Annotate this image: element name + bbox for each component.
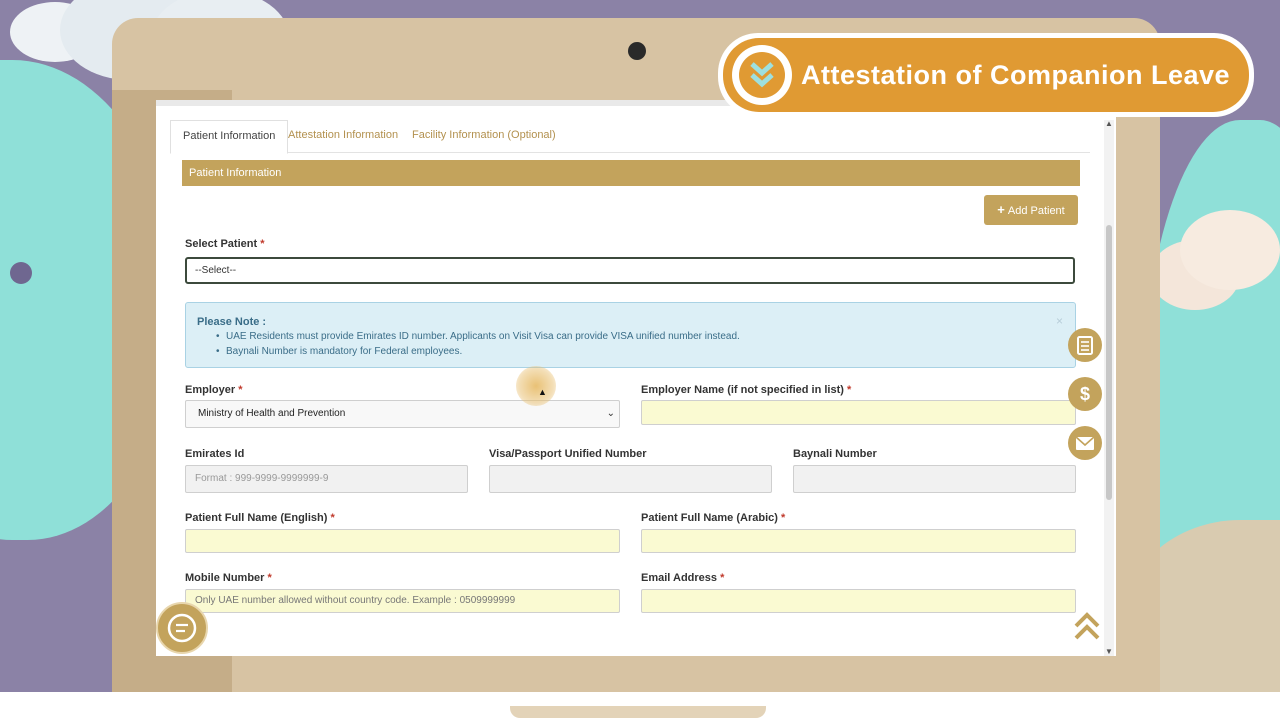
vertical-scrollbar[interactable]: ▲ ▼ (1104, 120, 1114, 656)
mouse-pointer-icon: ▲ (538, 387, 547, 397)
visa-number-input[interactable] (489, 465, 772, 493)
emirates-id-input[interactable]: Format : 999-9999-9999999-9 (185, 465, 468, 493)
employer-name-input[interactable] (641, 400, 1076, 425)
camera-dot (628, 42, 646, 60)
browser-screen: Patient Information Attestation Informat… (156, 100, 1116, 656)
close-icon[interactable]: × (1056, 314, 1063, 328)
mobile-number-label-text: Mobile Number (185, 572, 265, 584)
title-banner: Attestation of Companion Leave (718, 33, 1254, 117)
cloud-decoration (1180, 210, 1280, 290)
employer-name-label-text: Employer Name (if not specified in list) (641, 384, 844, 396)
baynali-number-input[interactable] (793, 465, 1076, 493)
notice-item: Baynali Number is mandatory for Federal … (216, 346, 462, 357)
notice-title: Please Note : (197, 316, 267, 328)
scroll-thumb[interactable] (1106, 225, 1112, 500)
name-arabic-label-text: Patient Full Name (Arabic) (641, 512, 778, 524)
notice-item: UAE Residents must provide Emirates ID n… (216, 331, 740, 342)
tab-patient-information[interactable]: Patient Information (170, 120, 289, 154)
mobile-number-input[interactable]: Only UAE number allowed without country … (185, 589, 620, 613)
background-dot (10, 262, 32, 284)
employer-label: Employer * (185, 384, 242, 396)
required-marker: * (780, 512, 786, 524)
employer-name-label: Employer Name (if not specified in list)… (641, 384, 851, 396)
section-header: Patient Information (182, 160, 1080, 186)
dollar-icon[interactable]: $ (1068, 377, 1102, 411)
select-patient-label: Select Patient * (185, 238, 264, 250)
banner-title: Attestation of Companion Leave (801, 60, 1231, 90)
double-chevron-down-icon (739, 52, 785, 98)
required-marker: * (267, 572, 272, 584)
baynali-number-label: Baynali Number (793, 448, 877, 460)
name-english-label: Patient Full Name (English) * (185, 512, 335, 524)
title-banner-fill: Attestation of Companion Leave (723, 38, 1249, 112)
chat-icon[interactable] (156, 602, 208, 654)
name-english-label-text: Patient Full Name (English) (185, 512, 328, 524)
mail-icon[interactable] (1068, 426, 1102, 460)
banner-icon-ring (732, 45, 792, 105)
email-input[interactable] (641, 589, 1076, 613)
add-patient-label: Add Patient (1007, 205, 1065, 217)
double-chevron-up-icon[interactable] (1072, 610, 1102, 644)
required-marker: * (260, 238, 265, 250)
add-patient-button[interactable]: + Add Patient (984, 195, 1078, 225)
tab-bar: Patient Information Attestation Informat… (170, 120, 1090, 154)
required-marker: * (330, 512, 335, 524)
cursor-highlight (516, 366, 556, 406)
employer-select-value: Ministry of Health and Prevention (198, 408, 346, 419)
chevron-down-icon: ⌄ (606, 408, 615, 419)
mobile-number-label: Mobile Number * (185, 572, 272, 584)
emirates-id-label: Emirates Id (185, 448, 245, 460)
notice-alert: Please Note : UAE Residents must provide… (185, 302, 1076, 368)
employer-label-text: Employer (185, 384, 236, 396)
scroll-down-arrow-icon[interactable]: ▼ (1105, 648, 1113, 656)
plus-icon: + (997, 202, 1005, 217)
email-label-text: Email Address (641, 572, 718, 584)
employer-select[interactable]: Ministry of Health and Prevention ⌄ (185, 400, 620, 428)
email-label: Email Address * (641, 572, 724, 584)
select-patient-label-text: Select Patient (185, 238, 258, 250)
name-arabic-input[interactable] (641, 529, 1076, 553)
tab-facility-information[interactable]: Facility Information (Optional) (400, 120, 568, 152)
required-marker: * (720, 572, 725, 584)
name-english-input[interactable] (185, 529, 620, 553)
laptop-stand (510, 706, 766, 718)
select-patient-dropdown[interactable]: --Select-- (185, 257, 1075, 284)
required-marker: * (847, 384, 852, 396)
name-arabic-label: Patient Full Name (Arabic) * (641, 512, 785, 524)
book-icon[interactable] (1068, 328, 1102, 362)
scroll-up-arrow-icon[interactable]: ▲ (1105, 120, 1113, 128)
required-marker: * (238, 384, 243, 396)
tab-attestation-information[interactable]: Attestation Information (276, 120, 410, 152)
visa-number-label: Visa/Passport Unified Number (489, 448, 647, 460)
